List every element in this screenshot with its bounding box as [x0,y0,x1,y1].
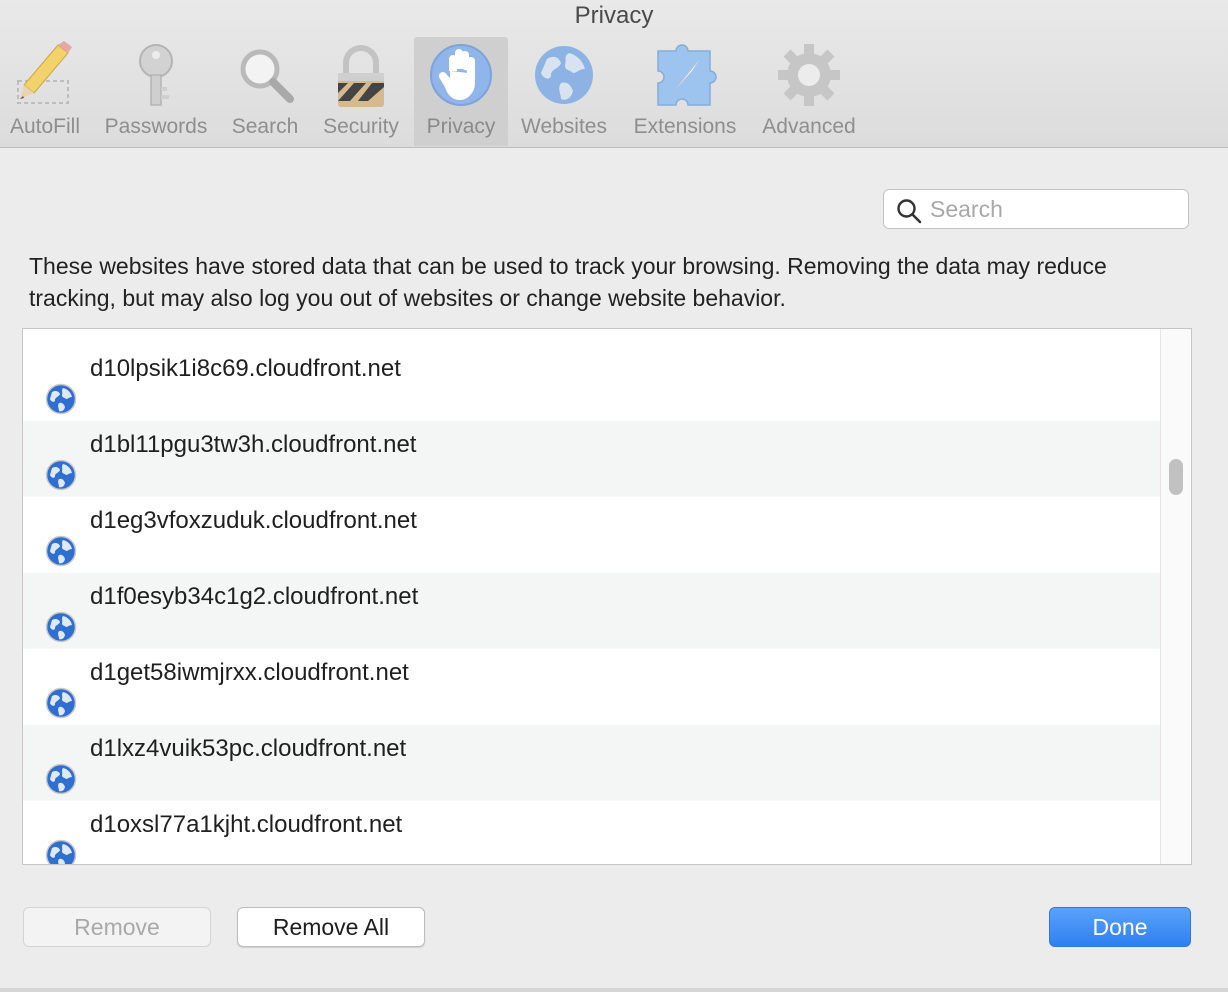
website-name: d1lxz4vuik53pc.cloudfront.net [90,735,407,762]
window-title: Privacy [574,2,654,29]
search-input[interactable] [930,194,1180,224]
globe-icon [45,535,77,567]
tab-label: Security [323,115,399,138]
tab-label: Privacy [426,115,496,138]
remove-all-button[interactable]: Remove All [237,907,425,947]
website-name: d1oxsl77a1kjht.cloudfront.net [90,811,403,838]
website-name: d1f0esyb34c1g2.cloudfront.net [90,583,419,610]
website-name: d1get58iwmjrxx.cloudfront.net [90,659,409,686]
globe-icon [45,839,77,864]
globe-icon [45,383,77,415]
website-rows: d10lpsik1i8c69.cloudfront.net d1bl11pgu3… [23,345,1161,864]
list-item[interactable]: d1oxsl77a1kjht.cloudfront.net [23,801,1161,864]
list-item[interactable]: d1lxz4vuik53pc.cloudfront.net [23,725,1161,801]
list-item[interactable]: d1bl11pgu3tw3h.cloudfront.net [23,421,1161,497]
privacy-description: These websites have stored data that can… [29,253,1107,311]
scrollbar-thumb[interactable] [1169,459,1183,495]
website-data-list[interactable]: d10lpsik1i8c69.cloudfront.net d1bl11pgu3… [22,328,1192,865]
list-item[interactable]: d1f0esyb34c1g2.cloudfront.net [23,573,1161,649]
website-name: d1eg3vfoxzuduk.cloudfront.net [90,507,417,534]
key-icon [139,44,173,106]
tab-security[interactable]: Security [314,37,408,146]
tab-label: Advanced [762,115,856,138]
puzzle-compass-icon [657,44,717,106]
website-name: d1bl11pgu3tw3h.cloudfront.net [90,431,417,458]
padlock-icon [338,45,384,107]
tab-advanced[interactable]: Advanced [754,37,864,146]
gear-icon [778,44,840,106]
list-item[interactable]: d1eg3vfoxzuduk.cloudfront.net [23,497,1161,573]
search-field[interactable] [883,189,1189,229]
pencil-icon [17,41,72,104]
privacy-preferences-window: Privacy AutoFill Passwords Search Securi… [0,0,1228,992]
search-icon [897,199,922,224]
hand-icon [430,44,492,106]
globe-icon [535,46,593,104]
list-item[interactable]: d1get58iwmjrxx.cloudfront.net [23,649,1161,725]
remove-button[interactable]: Remove [23,907,211,947]
website-name: d10lpsik1i8c69.cloudfront.net [90,355,401,382]
tab-passwords[interactable]: Passwords [98,37,214,146]
tab-label: Extensions [633,115,737,138]
tab-websites[interactable]: Websites [514,37,614,146]
globe-icon [45,763,77,795]
window-bottom-edge [0,988,1228,992]
tab-label: AutoFill [9,115,81,138]
done-button[interactable]: Done [1049,907,1191,947]
list-scrollbar[interactable] [1160,329,1191,864]
globe-icon [45,459,77,491]
globe-icon [45,687,77,719]
globe-icon [45,611,77,643]
magnifier-icon [240,49,294,103]
tab-label: Websites [521,115,607,138]
tab-autofill[interactable]: AutoFill [2,37,88,146]
list-item[interactable]: d10lpsik1i8c69.cloudfront.net [23,345,1161,421]
tab-privacy[interactable]: Privacy [414,37,508,146]
tab-label: Search [231,115,299,138]
preferences-toolbar: Privacy AutoFill Passwords Search Securi… [0,0,1228,148]
tab-search[interactable]: Search [224,37,306,146]
tab-extensions[interactable]: Extensions [626,37,744,146]
tab-label: Passwords [104,115,208,138]
